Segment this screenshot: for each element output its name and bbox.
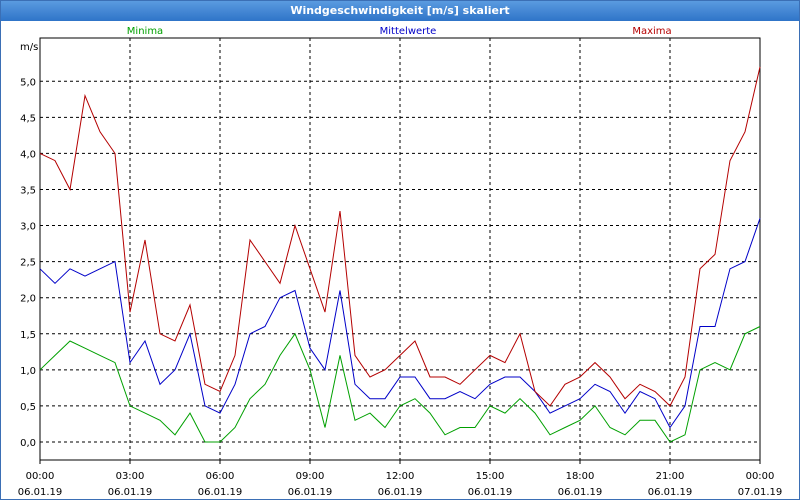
y-tick-label: 4,0: [20, 149, 36, 160]
x-tick-time: 00:00: [746, 471, 775, 482]
y-tick-label: 5,0: [20, 77, 36, 88]
x-tick-date: 06.01.19: [378, 487, 423, 498]
x-tick-date: 06.01.19: [288, 487, 333, 498]
y-tick-label: 1,5: [20, 330, 36, 341]
x-tick-date: 06.01.19: [558, 487, 603, 498]
chart-svg: 00:00 06.01.19 03:00 06.01.19 06:00 06.01.19 0…: [18, 26, 783, 498]
legend: Minima Mittelwerte Maxima: [127, 26, 672, 37]
y-tick-label: 2,0: [20, 294, 36, 305]
y-tick-label: 4,5: [20, 113, 36, 124]
x-tick-date: 06.01.19: [18, 487, 63, 498]
x-tick-date: 07.01.19: [738, 487, 783, 498]
y-tick-label: 0,5: [20, 402, 36, 413]
x-tick-time: 09:00: [296, 471, 325, 482]
x-tick-date: 06.01.19: [468, 487, 513, 498]
y-axis-label: m/s: [20, 42, 38, 53]
x-tick-date: 06.01.19: [198, 487, 243, 498]
x-tick-time: 21:00: [656, 471, 685, 482]
legend-entry-mittelwerte: Mittelwerte: [380, 26, 437, 37]
x-tick-time: 03:00: [116, 471, 145, 482]
x-tick-time: 15:00: [476, 471, 505, 482]
y-tick-labels: 0,0 0,5 1,0 1,5 2,0 2,5 3,0 3,5 4,0 4,5 5,0: [20, 77, 36, 449]
x-tick-time: 06:00: [206, 471, 235, 482]
y-tick-label: 2,5: [20, 258, 36, 269]
x-tick-time: 18:00: [566, 471, 595, 482]
y-tick-label: 3,0: [20, 222, 36, 233]
x-tick-time: 12:00: [386, 471, 415, 482]
x-tick-time: 00:00: [26, 471, 55, 482]
x-tick-date: 06.01.19: [108, 487, 153, 498]
x-tick-date: 06.01.19: [648, 487, 693, 498]
y-tick-label: 3,5: [20, 185, 36, 196]
x-tick-labels: 00:00 06.01.19 03:00 06.01.19 06:00 06.01.19 0…: [18, 460, 783, 498]
legend-entry-maxima: Maxima: [632, 26, 671, 37]
y-tick-label: 1,0: [20, 366, 36, 377]
legend-entry-minima: Minima: [127, 26, 163, 37]
y-tick-label: 0,0: [20, 438, 36, 449]
